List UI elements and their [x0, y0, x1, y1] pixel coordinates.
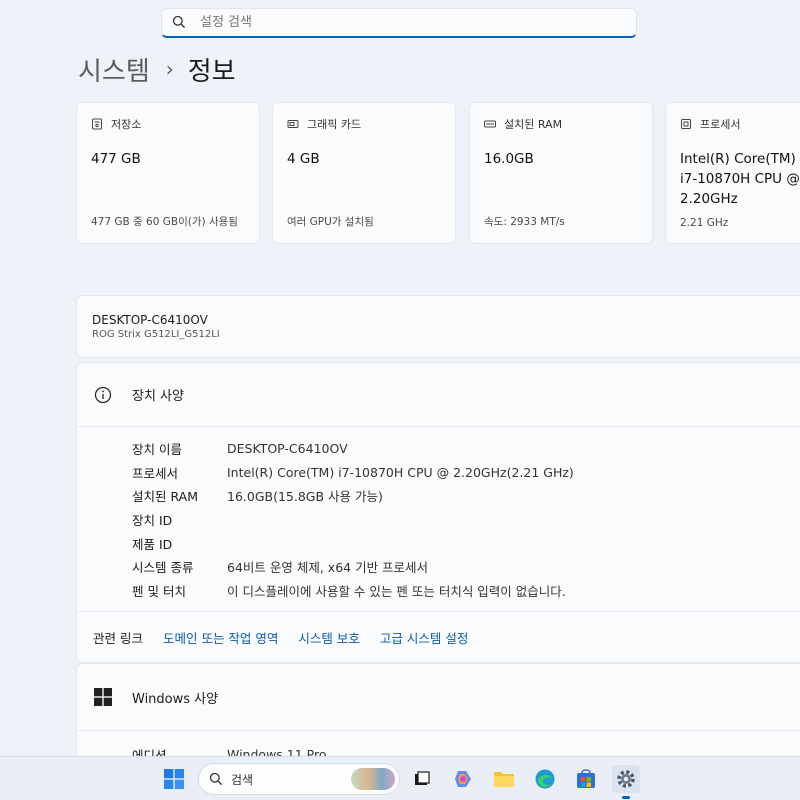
store-icon — [577, 769, 595, 788]
windows-logo-icon — [94, 688, 112, 706]
info-icon — [94, 386, 112, 404]
breadcrumb: 시스템 › 정보 — [78, 50, 236, 88]
file-explorer-button[interactable] — [490, 765, 518, 793]
spec-key: 설치된 RAM — [132, 489, 198, 505]
settings-app-button[interactable] — [612, 765, 640, 799]
breadcrumb-parent-system[interactable]: 시스템 — [78, 51, 150, 88]
windows-start-icon — [164, 769, 184, 789]
gear-icon — [617, 770, 635, 788]
folder-icon — [494, 772, 514, 787]
search-highlight-image — [351, 768, 395, 790]
taskbar-search[interactable]: 검색 — [198, 763, 400, 795]
device-name: DESKTOP-C6410OV — [92, 313, 208, 327]
spec-value: Intel(R) Core(TM) i7-10870H CPU @ 2.20GH… — [227, 464, 574, 480]
card-title: 저장소 — [111, 118, 142, 131]
page-title: 정보 — [187, 56, 236, 87]
processor-card[interactable]: 프로세서 Intel(R) Core(TM) i7-10870H CPU @ 2… — [665, 102, 800, 244]
card-subtext: 속도: 2933 MT/s — [484, 216, 565, 228]
card-value: 16.0GB — [484, 151, 534, 167]
section-title: Windows 사양 — [132, 691, 219, 707]
spec-row: 제품 ID — [132, 531, 800, 555]
spec-key: 프로세서 — [132, 465, 179, 481]
device-specs-list: 장치 이름 DESKTOP-C6410OV 프로세서 Intel(R) Core(T… — [77, 427, 800, 602]
spec-key: 제품 ID — [132, 536, 173, 552]
ram-card[interactable]: 설치된 RAM 16.0GB 속도: 2933 MT/s — [469, 102, 653, 244]
taskbar: 검색 — [0, 756, 800, 800]
spec-row: 시스템 종류 64비트 운영 체제, x64 기반 프로세서 — [132, 555, 800, 579]
graphics-card-icon — [287, 118, 299, 130]
device-specs-header[interactable]: 장치 사양 — [77, 363, 800, 426]
start-button[interactable] — [160, 765, 188, 793]
spec-value: DESKTOP-C6410OV — [227, 441, 348, 457]
related-links: 관련 링크 도메인 또는 작업 영역 시스템 보호 고급 시스템 설정 — [77, 611, 800, 663]
section-title: 장치 사양 — [132, 389, 184, 404]
search-icon — [172, 15, 188, 31]
card-value: 477 GB — [91, 151, 141, 167]
spec-value: 이 디스플레이에 사용할 수 있는 펜 또는 터치식 입력이 없습니다. — [227, 583, 566, 599]
storage-icon — [91, 118, 103, 130]
spec-row: 장치 이름 DESKTOP-C6410OV — [132, 437, 800, 461]
taskbar-search-label: 검색 — [231, 772, 254, 787]
ram-icon — [484, 118, 496, 130]
spec-value: 64비트 운영 체제, x64 기반 프로세서 — [227, 560, 429, 576]
edge-icon — [535, 769, 555, 789]
edge-button[interactable] — [531, 765, 559, 793]
link-advanced-system-settings[interactable]: 고급 시스템 설정 — [380, 628, 468, 647]
spec-key: 장치 이름 — [132, 442, 182, 458]
spec-key: 펜 및 터치 — [132, 583, 186, 599]
spec-key: 시스템 종류 — [132, 560, 194, 576]
device-model: ROG Strix G512LI_G512LI — [92, 329, 220, 340]
card-value: 4 GB — [287, 151, 320, 167]
settings-search-box[interactable] — [161, 8, 637, 38]
card-subtext: 여러 GPU가 설치됨 — [287, 216, 374, 228]
settings-search-input[interactable] — [200, 15, 600, 30]
store-button[interactable] — [572, 765, 600, 793]
spec-row: 설치된 RAM 16.0GB(15.8GB 사용 가능) — [132, 484, 800, 508]
card-title: 설치된 RAM — [504, 118, 563, 131]
spec-value: 16.0GB(15.8GB 사용 가능) — [227, 489, 383, 505]
breadcrumb-separator: › — [165, 57, 174, 81]
copilot-button[interactable] — [449, 765, 477, 793]
device-name-card[interactable]: DESKTOP-C6410OV ROG Strix G512LI_G512LI — [76, 295, 800, 358]
spec-row: 프로세서 Intel(R) Core(TM) i7-10870H CPU @ 2.… — [132, 461, 800, 485]
windows-specs-header[interactable]: Windows 사양 — [77, 664, 800, 730]
card-title: 그래픽 카드 — [307, 118, 362, 131]
card-subtext: 2.21 GHz — [680, 217, 729, 229]
link-system-protection[interactable]: 시스템 보호 — [298, 628, 359, 647]
card-subtext: 477 GB 중 60 GB이(가) 사용됨 — [91, 216, 238, 228]
related-links-label: 관련 링크 — [93, 631, 143, 646]
graphics-card-card[interactable]: 그래픽 카드 4 GB 여러 GPU가 설치됨 — [272, 102, 456, 244]
spec-row: 장치 ID — [132, 508, 800, 532]
spec-key: 장치 ID — [132, 513, 173, 529]
storage-card[interactable]: 저장소 477 GB 477 GB 중 60 GB이(가) 사용됨 — [76, 102, 260, 244]
card-value: Intel(R) Core(TM) i7-10870H CPU @ 2.20GH… — [680, 151, 800, 207]
task-view-button[interactable] — [408, 765, 436, 793]
processor-icon — [680, 118, 692, 130]
task-view-icon — [415, 771, 430, 785]
copilot-icon — [455, 771, 471, 787]
card-title: 프로세서 — [700, 118, 741, 131]
device-specs-section: 장치 사양 장치 이름 DESKTOP-C6410OV 프로세서 Intel(R) … — [76, 362, 800, 663]
search-icon — [209, 772, 223, 786]
link-domain-workgroup[interactable]: 도메인 또는 작업 영역 — [163, 628, 278, 647]
spec-row: 펜 및 터치 이 디스플레이에 사용할 수 있는 펜 또는 터치식 입력이 없습니… — [132, 579, 800, 603]
divider — [77, 730, 800, 731]
